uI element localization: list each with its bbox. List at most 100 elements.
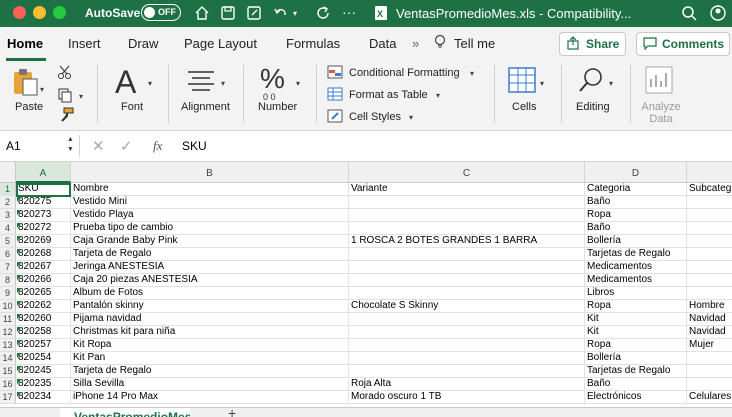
- minimize-window-button[interactable]: [33, 6, 46, 19]
- table-cell[interactable]: Kit Ropa: [71, 339, 349, 352]
- column-header[interactable]: C: [349, 162, 585, 183]
- table-cell[interactable]: Kit Pan: [71, 352, 349, 365]
- table-cell[interactable]: Variante: [349, 183, 585, 196]
- tab-home[interactable]: Home: [7, 36, 43, 51]
- name-box-up-icon[interactable]: ▲: [67, 136, 74, 143]
- table-cell[interactable]: Categoria: [585, 183, 687, 196]
- undo-dropdown-icon[interactable]: ▾: [293, 9, 297, 18]
- table-cell[interactable]: Pijama navidad: [71, 313, 349, 326]
- home-icon[interactable]: [193, 4, 211, 22]
- tab-draw[interactable]: Draw: [128, 36, 158, 51]
- copy-icon[interactable]: [57, 87, 73, 108]
- table-cell[interactable]: Ropa: [585, 339, 687, 352]
- paste-dropdown-icon[interactable]: ▾: [40, 85, 44, 94]
- table-cell[interactable]: [687, 352, 732, 365]
- tab-insert[interactable]: Insert: [68, 36, 101, 51]
- column-header[interactable]: D: [585, 162, 687, 183]
- percent-icon[interactable]: %: [260, 63, 285, 95]
- table-cell[interactable]: Medicamentos: [585, 274, 687, 287]
- redo-icon[interactable]: [314, 4, 332, 22]
- autosave-toggle[interactable]: OFF: [141, 4, 181, 21]
- font-dropdown-icon[interactable]: ▾: [148, 79, 152, 88]
- sheet-tab-ventas[interactable]: VentasPromedioMes: [60, 408, 190, 417]
- alignment-dropdown-icon[interactable]: ▾: [221, 79, 225, 88]
- alignment-icon[interactable]: [186, 69, 216, 98]
- profile-icon[interactable]: [709, 4, 727, 22]
- table-cell[interactable]: 820269: [16, 235, 71, 248]
- cells-icon[interactable]: [507, 66, 537, 99]
- tab-page-layout[interactable]: Page Layout: [184, 36, 257, 51]
- table-cell[interactable]: Caja 20 piezas ANESTESIA: [71, 274, 349, 287]
- row-header[interactable]: 13: [0, 339, 16, 352]
- number-dropdown-icon[interactable]: ▾: [296, 79, 300, 88]
- cell-styles-dropdown-icon[interactable]: ▾: [409, 113, 413, 122]
- font-icon[interactable]: A: [115, 64, 136, 101]
- column-header[interactable]: [687, 162, 732, 183]
- table-cell[interactable]: [687, 274, 732, 287]
- conditional-formatting-dropdown-icon[interactable]: ▾: [470, 69, 474, 78]
- table-cell[interactable]: 1 ROSCA 2 BOTES GRANDES 1 BARRA: [349, 235, 585, 248]
- table-cell[interactable]: Caja Grande Baby Pink: [71, 235, 349, 248]
- row-header[interactable]: 6: [0, 248, 16, 261]
- row-header[interactable]: 3: [0, 209, 16, 222]
- table-cell[interactable]: [349, 287, 585, 300]
- table-cell[interactable]: Morado oscuro 1 TB: [349, 391, 585, 404]
- table-cell[interactable]: Hombre: [687, 300, 732, 313]
- table-cell[interactable]: Roja Alta: [349, 378, 585, 391]
- table-cell[interactable]: 820235: [16, 378, 71, 391]
- editing-search-icon[interactable]: [576, 65, 606, 100]
- table-cell[interactable]: [349, 222, 585, 235]
- table-cell[interactable]: [349, 313, 585, 326]
- table-cell[interactable]: [349, 196, 585, 209]
- table-cell[interactable]: [687, 365, 732, 378]
- table-cell[interactable]: Tarjetas de Regalo: [585, 248, 687, 261]
- table-cell[interactable]: 820257: [16, 339, 71, 352]
- row-header[interactable]: 12: [0, 326, 16, 339]
- table-cell[interactable]: Tarjeta de Regalo: [71, 248, 349, 261]
- comments-button[interactable]: Comments: [636, 32, 730, 56]
- cut-icon[interactable]: [57, 64, 73, 85]
- table-cell[interactable]: [687, 209, 732, 222]
- worksheet-grid[interactable]: ABCD 1 SKU Nombre Variante Categoria Subcateg…: [0, 162, 732, 407]
- table-cell[interactable]: 820273: [16, 209, 71, 222]
- table-cell[interactable]: Chocolate S Skinny: [349, 300, 585, 313]
- table-cell[interactable]: [349, 261, 585, 274]
- table-cell[interactable]: Prueba tipo de cambio: [71, 222, 349, 235]
- edit-icon[interactable]: [245, 4, 263, 22]
- table-cell[interactable]: 820265: [16, 287, 71, 300]
- table-cell[interactable]: Album de Fotos: [71, 287, 349, 300]
- close-window-button[interactable]: [13, 6, 26, 19]
- table-cell[interactable]: Electrónicos: [585, 391, 687, 404]
- conditional-formatting-icon[interactable]: [327, 65, 343, 84]
- table-cell[interactable]: Bollería: [585, 235, 687, 248]
- table-cell[interactable]: [687, 196, 732, 209]
- table-cell[interactable]: [349, 339, 585, 352]
- editing-dropdown-icon[interactable]: ▾: [609, 79, 613, 88]
- copy-dropdown-icon[interactable]: ▾: [79, 92, 83, 101]
- row-header[interactable]: 4: [0, 222, 16, 235]
- formula-content[interactable]: SKU: [182, 139, 207, 153]
- format-as-table-icon[interactable]: [327, 87, 343, 106]
- table-cell[interactable]: Kit: [585, 313, 687, 326]
- maximize-window-button[interactable]: [53, 6, 66, 19]
- table-cell[interactable]: Baño: [585, 222, 687, 235]
- table-cell[interactable]: Tarjeta de Regalo: [71, 365, 349, 378]
- table-cell[interactable]: 820260: [16, 313, 71, 326]
- name-box-down-icon[interactable]: ▼: [67, 146, 74, 153]
- table-cell[interactable]: Christmas kit para niña: [71, 326, 349, 339]
- search-icon[interactable]: [680, 4, 698, 22]
- tab-data[interactable]: Data: [369, 36, 396, 51]
- format-as-table-dropdown-icon[interactable]: ▾: [436, 91, 440, 100]
- table-cell[interactable]: Subcateg: [687, 183, 732, 196]
- conditional-formatting-label[interactable]: Conditional Formatting: [349, 67, 460, 79]
- analyze-data-icon[interactable]: [644, 65, 674, 100]
- table-cell[interactable]: Nombre: [71, 183, 349, 196]
- table-cell[interactable]: Ropa: [585, 300, 687, 313]
- table-cell[interactable]: [687, 248, 732, 261]
- table-cell[interactable]: [349, 248, 585, 261]
- table-cell[interactable]: 820268: [16, 248, 71, 261]
- save-icon[interactable]: [219, 4, 237, 22]
- table-cell[interactable]: 820267: [16, 261, 71, 274]
- table-cell[interactable]: Jeringa ANESTESIA: [71, 261, 349, 274]
- table-cell[interactable]: 820266: [16, 274, 71, 287]
